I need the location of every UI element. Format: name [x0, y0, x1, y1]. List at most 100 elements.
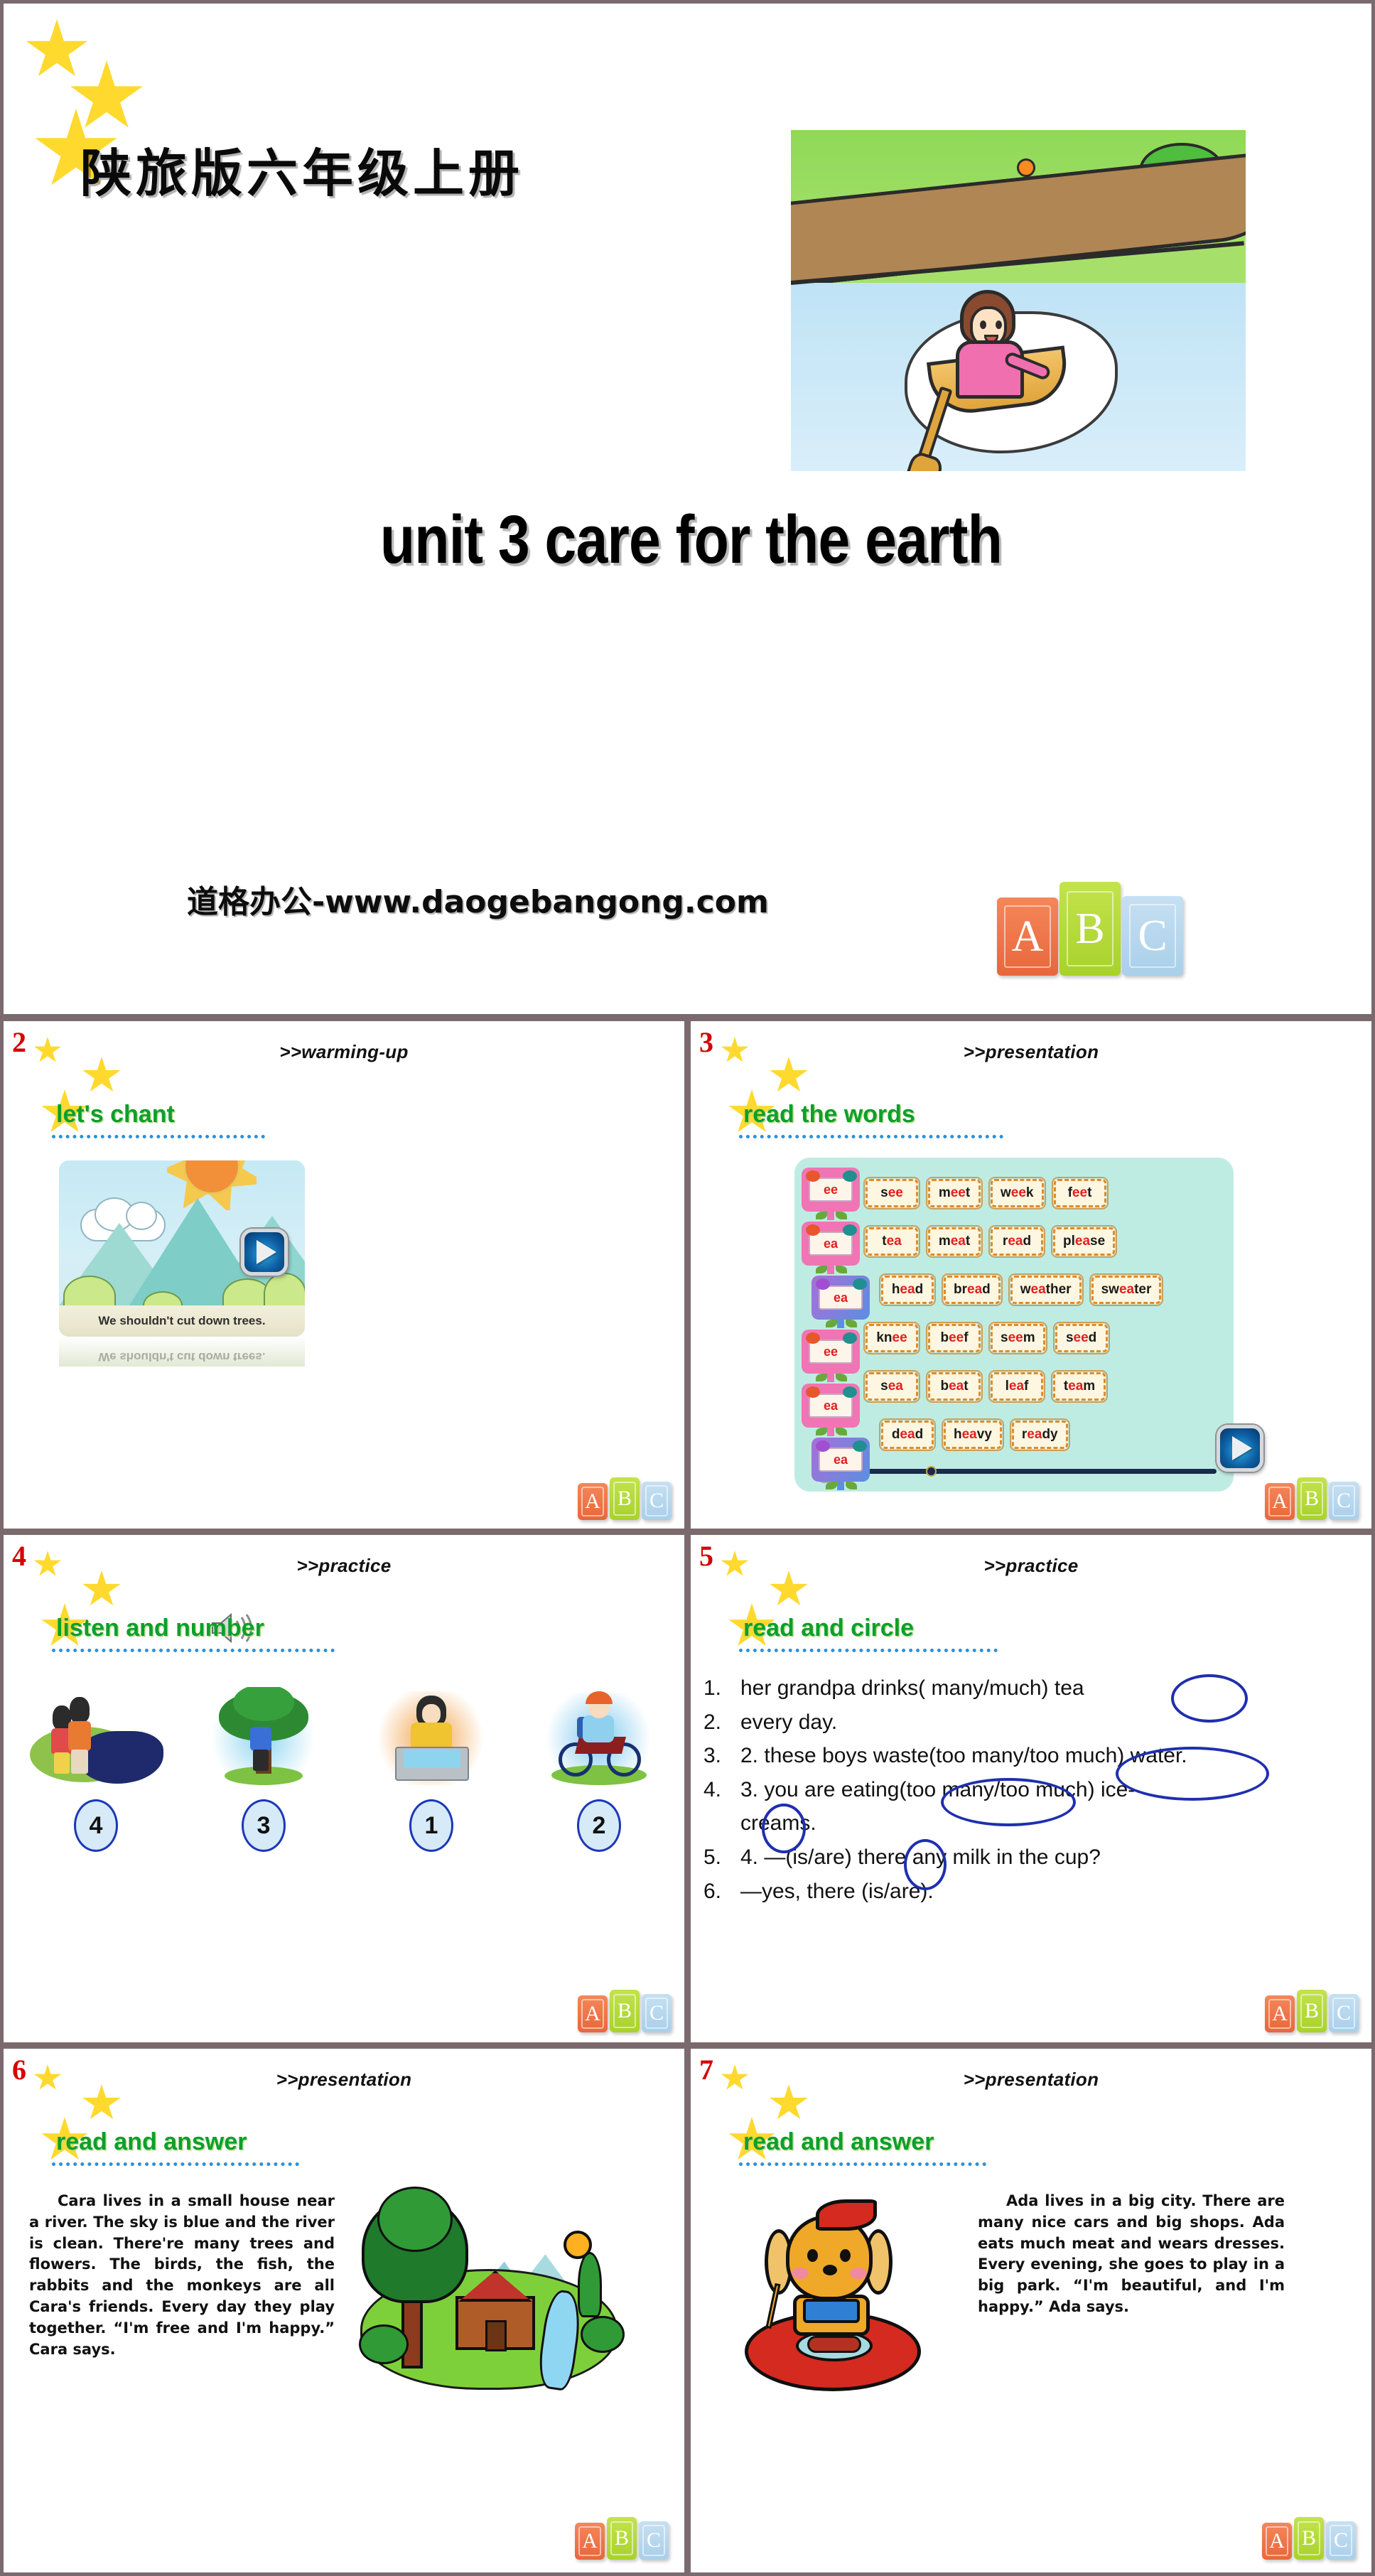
block-b: B: [607, 2517, 637, 2560]
list-item-index: 6.: [703, 1879, 722, 1903]
list-item: 6. —yes, there (is/are).: [703, 1877, 1370, 1906]
word-card[interactable]: seem: [988, 1322, 1047, 1354]
list-item-index: [703, 1809, 740, 1838]
slide-number: 6: [12, 2054, 26, 2086]
block-b: B: [1297, 1477, 1327, 1520]
slide-5-read-and-circle[interactable]: 5 >>practice read and circle 1. her grand…: [687, 1531, 1375, 2046]
list-item-index: 2.: [703, 1710, 722, 1734]
list-item: creams.: [703, 1809, 1370, 1838]
play-triangle-icon: [257, 1240, 276, 1264]
word-card[interactable]: dead: [879, 1418, 936, 1451]
block-c: C: [1326, 2521, 1356, 2560]
phoneme-sign: ee: [802, 1330, 860, 1382]
series-label: 陕旅版六年级上册: [80, 144, 524, 203]
list-item-index: 5.: [703, 1845, 722, 1869]
read-answer-content: Cara lives in a small house near a river…: [4, 2187, 684, 2404]
play-button[interactable]: [1217, 1425, 1263, 1472]
picture-girl-wasting-water-at-sink: [358, 1687, 505, 1791]
word-card[interactable]: beef: [926, 1322, 983, 1354]
list-item: 3. 2. these boys waste(too many/too much)…: [703, 1742, 1370, 1770]
word-card[interactable]: please: [1050, 1225, 1118, 1258]
list-item-text: —yes, there (is/are).: [740, 1879, 934, 1903]
word-card[interactable]: seed: [1052, 1322, 1110, 1354]
word-card-row: see meet week feet: [863, 1169, 1226, 1217]
word-card[interactable]: read: [988, 1225, 1045, 1258]
slide-number: 4: [12, 1540, 26, 1572]
phoneme-sign: ea: [811, 1438, 870, 1490]
word-card[interactable]: see: [863, 1177, 920, 1209]
list-item: 4. 3. you are eating(too many/too much) i…: [703, 1776, 1370, 1804]
watermark-text: 道格办公-www.daogebangong.com: [187, 884, 769, 920]
title-underline: [739, 1135, 1003, 1138]
slide-title: read and answer: [56, 2128, 247, 2155]
word-card[interactable]: knee: [863, 1322, 920, 1354]
slide-number: 3: [699, 1026, 713, 1058]
list-item[interactable]: 1: [347, 1687, 515, 1852]
section-label: >>presentation: [963, 2069, 1099, 2090]
slide-6-read-and-answer-cara[interactable]: 6 >>presentation read and answer Cara li…: [0, 2045, 688, 2576]
list-item-text: every day.: [740, 1710, 838, 1734]
audio-progress-bar[interactable]: [813, 1459, 1217, 1483]
abc-blocks-decoration: A B C: [575, 2517, 669, 2560]
section-label: >>practice: [983, 1555, 1079, 1576]
slide-3-read-the-words[interactable]: 3 >>presentation read the words ee ea ea…: [687, 1018, 1375, 1532]
slide-7-read-and-answer-ada[interactable]: 7 >>presentation read and answer Ada liv…: [687, 2045, 1375, 2576]
block-b: B: [1297, 1990, 1327, 2032]
list-item[interactable]: 3: [180, 1687, 347, 1852]
block-a: A: [997, 898, 1058, 976]
block-a: A: [575, 2523, 605, 2560]
section-label: >>warming-up: [279, 1041, 409, 1062]
chant-caption: We shouldn't cut down trees.: [98, 1314, 266, 1327]
slide-title: read and answer: [743, 2128, 934, 2155]
list-item[interactable]: 4: [12, 1687, 180, 1852]
phonics-word-board: ee ea ea ee ea ea see meet week feet tea meat…: [794, 1158, 1234, 1492]
word-card[interactable]: bread: [942, 1273, 1003, 1306]
word-card[interactable]: sweater: [1089, 1273, 1164, 1306]
phoneme-sign-column: ee ea ea ee ea ea: [802, 1168, 870, 1492]
word-card[interactable]: week: [988, 1177, 1046, 1209]
word-card-row: dead heavy ready: [866, 1411, 1226, 1459]
word-card[interactable]: heavy: [942, 1418, 1004, 1451]
word-card[interactable]: meat: [926, 1225, 983, 1258]
word-card[interactable]: feet: [1051, 1177, 1109, 1209]
picture-boy-riding-bicycle: [526, 1687, 672, 1791]
title-underline: [739, 1649, 998, 1652]
block-c: C: [1329, 1994, 1359, 2032]
block-a: A: [578, 1995, 608, 2032]
list-item-index: 4.: [703, 1777, 722, 1801]
block-a: A: [1265, 1483, 1295, 1520]
section-label: >>practice: [296, 1555, 392, 1576]
block-a: A: [578, 1483, 608, 1520]
slide-4-listen-and-number[interactable]: 4 >>practice listen and number 4 3 1 2 A…: [0, 1531, 688, 2046]
word-card-row: knee beef seem seed: [863, 1314, 1226, 1362]
block-c: C: [639, 2521, 669, 2560]
list-item: 5. 4. —(is/are) there any milk in the cup…: [703, 1843, 1370, 1872]
phoneme-sign: ee: [802, 1168, 860, 1220]
title-underline: [52, 1135, 265, 1138]
list-item-text: 2. these boys waste(too many/too much) w…: [740, 1744, 1187, 1768]
abc-blocks-decoration: A B C: [578, 1990, 672, 2032]
answer-number: 4: [74, 1799, 118, 1852]
star-icon: [26, 19, 88, 77]
play-button[interactable]: [241, 1229, 288, 1276]
read-answer-content: Ada lives in a big city. There are many …: [691, 2191, 1371, 2404]
word-card[interactable]: ready: [1009, 1418, 1070, 1451]
slide-number: 7: [699, 2054, 713, 2086]
list-item[interactable]: 2: [515, 1687, 683, 1852]
word-card[interactable]: head: [879, 1273, 936, 1306]
word-card[interactable]: tea: [863, 1225, 920, 1258]
progress-track[interactable]: [844, 1465, 1217, 1477]
word-card[interactable]: leaf: [988, 1370, 1045, 1403]
slide-number: 2: [12, 1026, 26, 1058]
word-card[interactable]: weather: [1008, 1273, 1084, 1306]
word-card[interactable]: team: [1051, 1370, 1108, 1403]
progress-knob[interactable]: [926, 1465, 937, 1477]
slide-2-lets-chant[interactable]: 2 >>warming-up let's chant We shouldn't …: [0, 1018, 688, 1532]
passage-text: Ada lives in a big city. There are many …: [978, 2192, 1285, 2316]
block-a: A: [1265, 1995, 1295, 2032]
word-card[interactable]: beat: [926, 1370, 983, 1403]
word-card[interactable]: meet: [926, 1177, 983, 1209]
block-b: B: [610, 1990, 640, 2032]
word-card[interactable]: sea: [863, 1370, 920, 1403]
word-card-row: head bread weather sweater: [866, 1266, 1226, 1314]
